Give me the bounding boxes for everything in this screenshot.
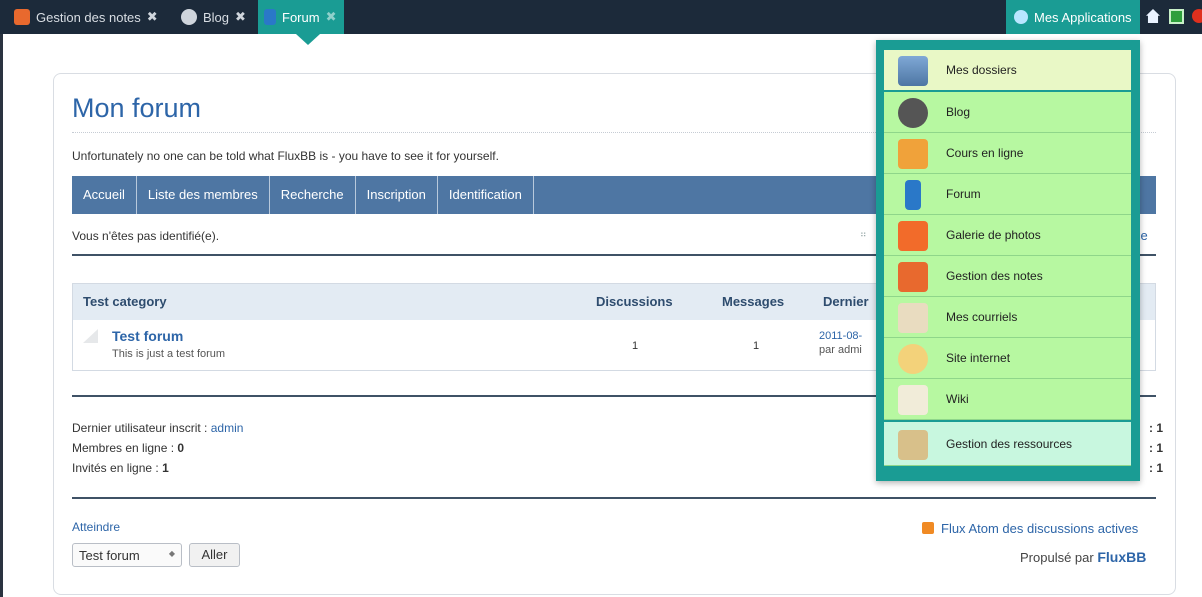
forum-status-icon: [83, 329, 98, 343]
app-item-site[interactable]: Site internet: [884, 338, 1131, 379]
app-item-label: Gestion des notes: [946, 269, 1043, 283]
members-online-label: Membres en ligne :: [72, 441, 178, 455]
board-stat-value: : 1: [1149, 421, 1164, 435]
mail-icon: [898, 303, 928, 333]
posts-header: Messages: [722, 294, 785, 309]
app-item-courriels[interactable]: Mes courriels: [884, 297, 1131, 338]
apps-button[interactable]: Mes Applications: [1006, 0, 1140, 34]
tab-gestion-des-notes[interactable]: Gestion des notes ✖: [14, 0, 158, 34]
app-item-mes-dossiers[interactable]: Mes dossiers: [884, 50, 1131, 92]
wiki-icon: [898, 385, 928, 415]
tab-blog[interactable]: Blog ✖: [181, 0, 246, 34]
grades-icon: [898, 262, 928, 292]
apps-menu: Mes dossiers Blog Cours en ligne Forum G…: [876, 40, 1140, 481]
go-button[interactable]: Aller: [189, 543, 240, 567]
tab-forum[interactable]: Forum ✖: [258, 0, 345, 34]
guests-online: Invités en ligne : 1: [72, 461, 169, 475]
camera-icon: [898, 221, 928, 251]
guests-online-label: Invités en ligne :: [72, 461, 163, 475]
app-item-cours[interactable]: Cours en ligne: [884, 133, 1131, 174]
nav-identification[interactable]: Identification: [438, 176, 534, 214]
apps-globe-icon: [1014, 10, 1028, 24]
app-item-label: Forum: [946, 187, 981, 201]
powered-by: Propulsé par FluxBB: [1020, 549, 1146, 565]
moodle-icon: [898, 139, 928, 169]
rss-icon: [922, 522, 934, 534]
topics-header: Discussions: [596, 294, 673, 309]
grip-icon: ⠶: [860, 229, 867, 239]
app-item-galerie[interactable]: Galerie de photos: [884, 215, 1131, 256]
close-icon[interactable]: ✖: [147, 9, 158, 25]
divider: [72, 497, 1156, 499]
tab-label: Gestion des notes: [36, 9, 141, 25]
select-arrow-icon: ◆: [168, 549, 175, 558]
window-left-border: [0, 34, 3, 597]
members-online: Membres en ligne : 0: [72, 441, 184, 455]
nav-inscription[interactable]: Inscription: [356, 176, 438, 214]
newest-user-link[interactable]: admin: [211, 421, 244, 435]
login-status: Vous n'êtes pas identifié(e).: [72, 229, 220, 243]
app-item-label: Galerie de photos: [946, 228, 1041, 242]
apps-button-label: Mes Applications: [1034, 9, 1132, 25]
board-stat-value: : 1: [1149, 441, 1164, 455]
app-item-notes[interactable]: Gestion des notes: [884, 256, 1131, 297]
members-online-value: 0: [177, 441, 185, 455]
powered-prefix: Propulsé par: [1020, 550, 1098, 565]
forum-icon: [264, 9, 276, 25]
top-bar: Gestion des notes ✖ Blog ✖ Forum ✖ Mes A…: [0, 0, 1202, 45]
close-icon[interactable]: ✖: [326, 9, 337, 25]
rss-feed-link[interactable]: Flux Atom des discussions actives: [941, 521, 1138, 536]
newest-user: Dernier utilisateur inscrit : admin: [72, 421, 243, 435]
board-description: Unfortunately no one can be told what Fl…: [72, 149, 499, 163]
forum-icon: [905, 180, 921, 210]
posts-count: 1: [753, 340, 760, 352]
app-item-forum[interactable]: Forum: [884, 174, 1131, 215]
forum-description: This is just a test forum: [112, 348, 226, 360]
active-tab-pointer: [296, 34, 320, 45]
app-item-label: Mes courriels: [946, 310, 1018, 324]
logout-icon[interactable]: [1192, 9, 1202, 23]
website-icon: [898, 344, 928, 374]
guests-online-value: 1: [162, 461, 169, 475]
tab-label: Blog: [203, 9, 230, 25]
goto-label: Atteindre: [72, 520, 121, 534]
app-item-label: Gestion des ressources: [946, 436, 1073, 451]
edit-icon[interactable]: [1169, 9, 1184, 24]
resources-icon: [898, 430, 928, 460]
nav-recherche[interactable]: Recherche: [270, 176, 356, 214]
app-item-label: Cours en ligne: [946, 146, 1024, 160]
close-icon[interactable]: ✖: [235, 9, 246, 25]
app-item-label: Site internet: [946, 351, 1011, 365]
page-title[interactable]: Mon forum: [72, 93, 201, 124]
last-post-author: par admi: [819, 344, 862, 356]
wordpress-icon: [898, 98, 928, 128]
newest-user-label: Dernier utilisateur inscrit :: [72, 421, 211, 435]
app-item-wiki[interactable]: Wiki: [884, 379, 1131, 420]
app-item-label: Wiki: [946, 392, 969, 406]
app-item-blog[interactable]: Blog: [884, 92, 1131, 133]
forum-title-link[interactable]: Test forum: [112, 328, 183, 344]
wordpress-icon: [181, 9, 197, 25]
nav-accueil[interactable]: Accueil: [72, 176, 137, 214]
category-header: Test category: [83, 294, 167, 309]
last-post-date[interactable]: 2011-08-: [819, 330, 862, 342]
app-item-ressources[interactable]: Gestion des ressources: [884, 420, 1131, 466]
last-post-header: Dernier: [823, 294, 869, 309]
board-stat-value: : 1: [1149, 461, 1164, 475]
forum-select-value: Test forum: [79, 548, 140, 563]
grades-app-icon: [14, 9, 30, 25]
forum-select[interactable]: Test forum ◆: [72, 543, 182, 567]
folder-icon: [898, 56, 928, 86]
app-item-label: Mes dossiers: [946, 63, 1017, 77]
tab-label: Forum: [282, 9, 320, 25]
app-item-label: Blog: [946, 105, 971, 119]
nav-membres[interactable]: Liste des membres: [137, 176, 270, 214]
fluxbb-link[interactable]: FluxBB: [1097, 549, 1146, 565]
topics-count: 1: [632, 340, 639, 352]
